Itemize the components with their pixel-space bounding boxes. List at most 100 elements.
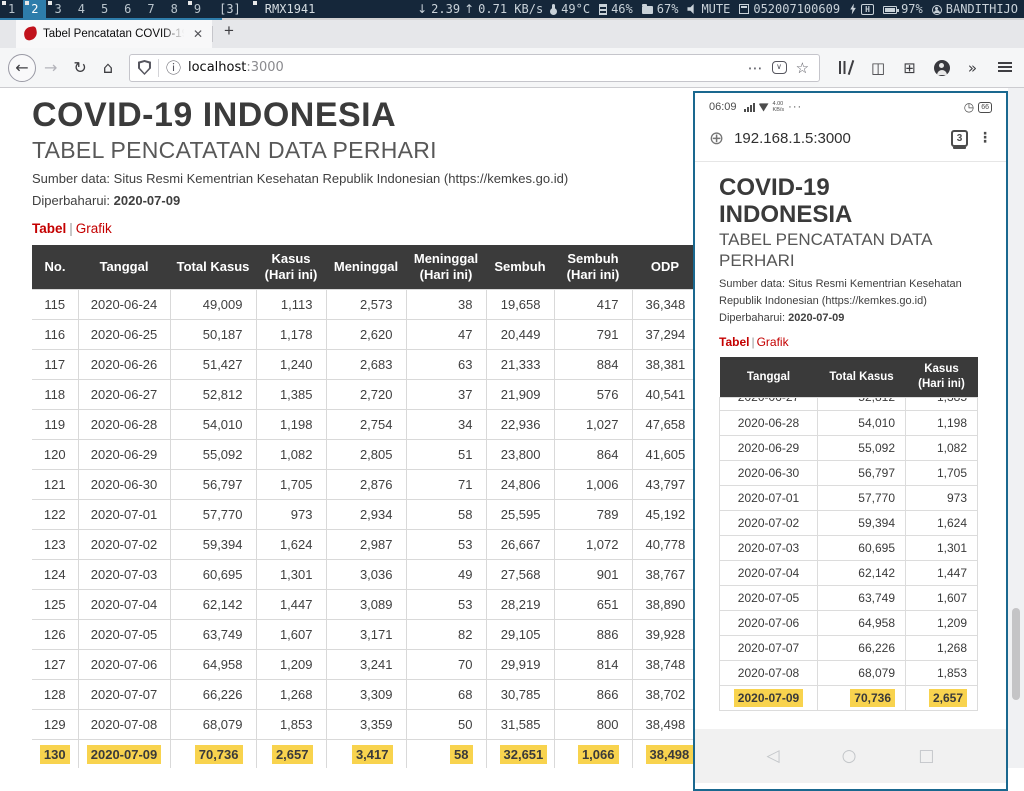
table-row: 1202020-06-2955,0921,0822,8055123,800864… bbox=[32, 440, 776, 470]
workspace-1[interactable]: 1 bbox=[0, 0, 23, 18]
column-header: Total Kasus bbox=[818, 357, 906, 398]
table-cell: 116 bbox=[32, 320, 78, 350]
bookmark-star-icon[interactable]: ☆ bbox=[794, 59, 811, 77]
android-recents-button[interactable]: □ bbox=[918, 746, 934, 766]
workspace-4[interactable]: 4 bbox=[70, 0, 93, 18]
table-cell: 57,770 bbox=[818, 486, 906, 511]
table-cell: 21,333 bbox=[486, 350, 554, 380]
table-cell: 2020-06-29 bbox=[720, 436, 818, 461]
table-cell: 2020-06-28 bbox=[78, 410, 170, 440]
phone-url-text[interactable]: 192.168.1.5:3000 bbox=[734, 130, 941, 147]
workspace-2[interactable]: 2 bbox=[23, 0, 46, 18]
table-row: 1182020-06-2752,8121,3852,7203721,909576… bbox=[32, 380, 776, 410]
pocket-icon[interactable]: ∨ bbox=[772, 61, 787, 74]
table-cell: 2020-07-02 bbox=[78, 530, 170, 560]
table-cell: 2020-07-07 bbox=[720, 636, 818, 661]
table-cell: 1,113 bbox=[256, 290, 326, 320]
power-adapter: H bbox=[849, 4, 874, 15]
page-actions-icon[interactable]: ⋯ bbox=[746, 59, 765, 77]
tab-title: Tabel Pencatatan COVID-19 Indone bbox=[43, 28, 184, 40]
table-cell: 1,209 bbox=[256, 650, 326, 680]
table-cell: 2020-06-29 bbox=[78, 440, 170, 470]
table-row: 2020-07-0766,2261,268 bbox=[720, 636, 978, 661]
table-cell: 3,309 bbox=[326, 680, 406, 710]
phone-source-text: Sumber data: Situs Resmi Kementrian Kese… bbox=[719, 276, 971, 310]
table-cell: 2020-06-24 bbox=[78, 290, 170, 320]
table-cell: 117 bbox=[32, 350, 78, 380]
table-cell: 52,812 bbox=[170, 380, 256, 410]
extensions-icon[interactable]: ⊞ bbox=[894, 59, 925, 77]
table-row: 2020-07-0970,7362,657 bbox=[720, 686, 978, 711]
table-cell: 31,585 bbox=[486, 710, 554, 740]
grafik-link[interactable]: Grafik bbox=[76, 221, 112, 236]
adapter-mode-icon: H bbox=[861, 4, 874, 15]
table-cell: 2020-07-01 bbox=[720, 486, 818, 511]
tabel-link[interactable]: Tabel bbox=[32, 221, 66, 236]
reload-button[interactable]: ↻ bbox=[65, 58, 94, 77]
column-header: Total Kasus bbox=[170, 245, 256, 290]
table-cell: 2020-07-03 bbox=[720, 536, 818, 561]
workspace-3[interactable]: 3 bbox=[46, 0, 69, 18]
new-tab-button[interactable]: + bbox=[213, 20, 245, 48]
table-cell: 19,658 bbox=[486, 290, 554, 320]
table-cell: 2020-07-04 bbox=[78, 590, 170, 620]
table-cell: 40,778 bbox=[632, 530, 698, 560]
workspace-6[interactable]: 6 bbox=[116, 0, 139, 18]
phone-url-bar[interactable]: ⊕ 192.168.1.5:3000 3 ⋮ bbox=[709, 123, 992, 153]
phone-tab-counter[interactable]: 3 bbox=[951, 130, 968, 147]
table-cell: 29,105 bbox=[486, 620, 554, 650]
browser-scrollbar-thumb[interactable] bbox=[1012, 608, 1020, 700]
table-row: 1192020-06-2854,0101,1982,7543422,9361,0… bbox=[32, 410, 776, 440]
table-cell: 2020-07-06 bbox=[720, 611, 818, 636]
table-cell: 1,198 bbox=[906, 411, 978, 436]
table-cell: 1,853 bbox=[256, 710, 326, 740]
column-header: Tanggal bbox=[78, 245, 170, 290]
android-home-button[interactable]: ○ bbox=[842, 746, 857, 766]
browser-tab[interactable]: Tabel Pencatatan COVID-19 Indone ✕ bbox=[16, 20, 212, 48]
phone-tabel-link[interactable]: Tabel bbox=[719, 335, 749, 349]
table-cell: 68 bbox=[406, 680, 486, 710]
workspace-9[interactable]: 9 bbox=[186, 0, 209, 18]
home-button[interactable]: ⌂ bbox=[95, 58, 121, 77]
url-text[interactable]: localhost:3000 bbox=[188, 60, 739, 75]
forward-button[interactable]: → bbox=[36, 58, 65, 77]
table-cell: 1,447 bbox=[906, 561, 978, 586]
back-button[interactable]: ← bbox=[8, 54, 36, 82]
android-back-button[interactable]: ◁ bbox=[767, 746, 780, 766]
sidebar-icon[interactable]: ◫ bbox=[862, 59, 894, 77]
menu-hamburger-icon[interactable] bbox=[998, 62, 1012, 64]
table-cell: 123 bbox=[32, 530, 78, 560]
table-cell: 55,092 bbox=[818, 436, 906, 461]
phone-grafik-link[interactable]: Grafik bbox=[757, 335, 789, 349]
signal-bars-icon bbox=[744, 103, 755, 112]
memory-icon bbox=[599, 4, 607, 15]
phone-menu-kebab-icon[interactable]: ⋮ bbox=[978, 130, 992, 146]
table-cell: 32,651 bbox=[486, 740, 554, 769]
temperature: 49°C bbox=[552, 0, 590, 18]
overflow-chevron-icon[interactable]: » bbox=[959, 59, 986, 77]
column-header: Sembuh(Hari ini) bbox=[554, 245, 632, 290]
table-cell: 26,667 bbox=[486, 530, 554, 560]
table-cell: 1,705 bbox=[906, 461, 978, 486]
table-cell: 1,607 bbox=[906, 586, 978, 611]
table-cell: 50 bbox=[406, 710, 486, 740]
table-cell: 2,876 bbox=[326, 470, 406, 500]
tracking-protection-shield-icon[interactable] bbox=[138, 60, 151, 75]
column-header: Kasus(Hari ini) bbox=[256, 245, 326, 290]
workspace-7[interactable]: 7 bbox=[139, 0, 162, 18]
browser-scrollbar-track[interactable] bbox=[1008, 88, 1024, 768]
url-bar[interactable]: ⓘ localhost:3000 ⋯ ∨ ☆ bbox=[129, 54, 820, 82]
workspace-8[interactable]: 8 bbox=[163, 0, 186, 18]
tab-close-icon[interactable]: ✕ bbox=[190, 27, 206, 41]
table-cell: 37 bbox=[406, 380, 486, 410]
profile-avatar-icon[interactable] bbox=[934, 60, 950, 76]
covid-data-table: No.TanggalTotal KasusKasus(Hari ini)Meni… bbox=[32, 245, 777, 768]
window-marker bbox=[253, 1, 257, 5]
site-info-icon[interactable]: ⓘ bbox=[166, 57, 181, 78]
library-icon[interactable] bbox=[839, 61, 853, 74]
url-separator bbox=[158, 59, 159, 77]
workspace-5[interactable]: 5 bbox=[93, 0, 116, 18]
wifi-icon bbox=[759, 103, 769, 112]
table-cell: 68,079 bbox=[818, 661, 906, 686]
column-header: Meninggal bbox=[326, 245, 406, 290]
